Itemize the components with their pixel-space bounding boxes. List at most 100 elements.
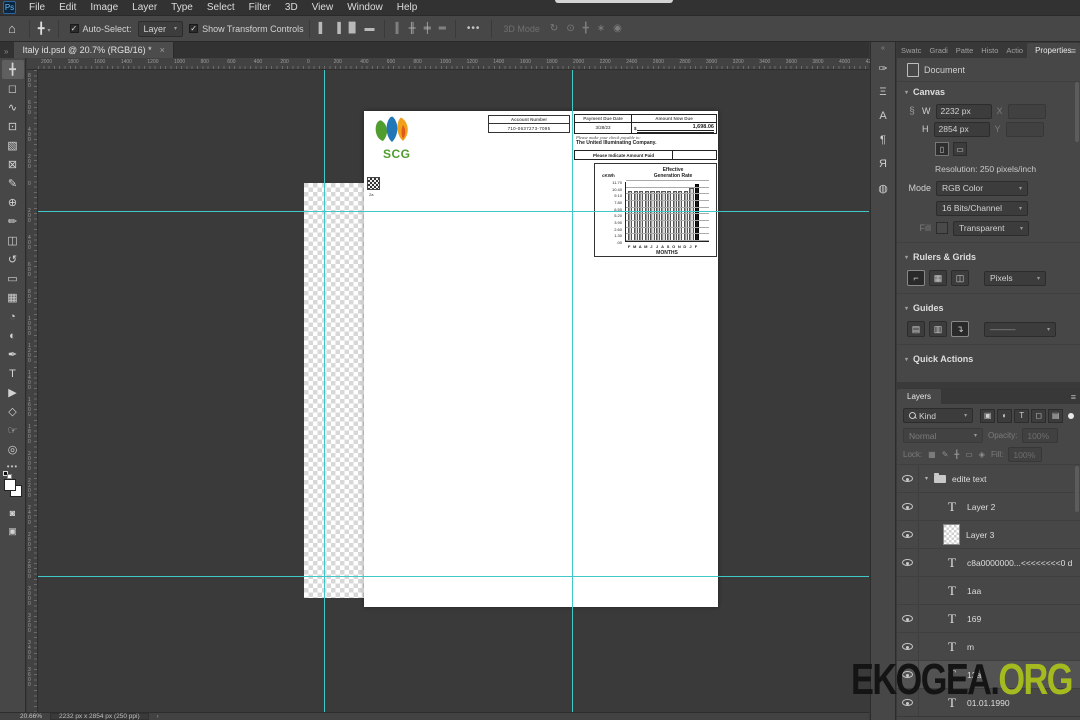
menu-type[interactable]: Type (164, 0, 200, 16)
vertical-guide[interactable] (324, 70, 325, 712)
distribute-center-icon[interactable]: ╫ (405, 23, 420, 34)
text-layer-thumbnail[interactable]: T (943, 639, 961, 655)
history-brush-tool[interactable]: ↺ (2, 250, 24, 269)
shape-filter-icon[interactable]: ◻ (1031, 408, 1047, 423)
brush-tool[interactable]: ✏ (2, 212, 24, 231)
expand-panels-icon[interactable]: « (881, 42, 885, 56)
distribute-vertical-icon[interactable]: ╪ (420, 23, 435, 34)
panel-tab-patte[interactable]: Patte (952, 46, 978, 58)
fill-select[interactable]: Transparent (953, 220, 1029, 236)
panel-tab-swatc[interactable]: Swatc (897, 46, 925, 58)
pasteboard[interactable]: SCG Account Number 710-0637273-7095 Paym… (38, 70, 869, 712)
libraries-panel-icon[interactable]: ◍ (872, 176, 894, 200)
pixel-filter-icon[interactable]: ▣ (980, 408, 996, 423)
home-icon[interactable]: ⌂ (0, 21, 24, 36)
menu-image[interactable]: Image (83, 0, 125, 16)
layer-visibility-toggle[interactable] (897, 605, 919, 632)
panel-tab-histo[interactable]: Histo (977, 46, 1002, 58)
zoom-level-field[interactable]: 20.66% (20, 713, 42, 720)
vertical-guide[interactable] (572, 70, 573, 712)
menu-window[interactable]: Window (340, 0, 390, 16)
quick-actions-section-header[interactable]: ▾ Quick Actions (897, 349, 1080, 369)
lock-paint-icon[interactable]: ✎ (941, 450, 950, 459)
lock-artboard-icon[interactable]: ▭ (964, 450, 974, 459)
auto-select-checkbox[interactable]: ✓ (69, 24, 79, 33)
text-layer-thumbnail[interactable]: T (943, 499, 961, 515)
menu-edit[interactable]: Edit (52, 0, 83, 16)
rulers-toggle-icon[interactable]: ⌐ (907, 270, 925, 286)
text-layer-thumbnail[interactable]: T (943, 583, 961, 599)
layer-visibility-toggle[interactable] (897, 521, 919, 548)
layers-panel-tab[interactable]: Layers (897, 389, 942, 404)
lasso-tool[interactable]: ∿ (2, 98, 24, 117)
guides-section-header[interactable]: ▾ Guides (897, 298, 1080, 318)
tab-overflow-icon[interactable]: » (0, 47, 14, 58)
chevron-down-icon[interactable]: ▾ (47, 27, 50, 34)
align-left-icon[interactable]: ▌ (315, 23, 330, 34)
lock-all-icon[interactable]: ◈ (978, 450, 986, 459)
text-layer-thumbnail[interactable]: T (943, 555, 961, 571)
crop-tool[interactable]: ▧ (2, 136, 24, 155)
smart-filter-icon[interactable]: ▤ (1048, 408, 1064, 423)
eraser-tool[interactable]: ▭ (2, 269, 24, 288)
menu-layer[interactable]: Layer (125, 0, 164, 16)
document-tab[interactable]: Italy id.psd @ 20.7% (RGB/16) * × (14, 42, 174, 58)
distribute-right-icon[interactable]: ═ (435, 23, 450, 34)
eyedropper-tool[interactable]: ✎ (2, 174, 24, 193)
marquee-tool[interactable]: ◻ (2, 79, 24, 98)
dodge-tool[interactable]: ◐ (2, 326, 24, 345)
hand-tool[interactable]: ☞ (2, 421, 24, 440)
height-field[interactable]: 2854 px (933, 121, 990, 137)
portrait-orientation-button[interactable]: ▯ (935, 142, 949, 156)
layer-thumbnail[interactable] (943, 524, 960, 545)
color-swatches[interactable] (2, 471, 23, 497)
show-transform-checkbox[interactable]: ✓ (189, 24, 199, 33)
lock-transparency-icon[interactable]: ▦ (927, 450, 937, 459)
glyphs-panel-icon[interactable]: Я (872, 152, 894, 176)
bit-depth-select[interactable]: 16 Bits/Channel (936, 200, 1028, 216)
horizontal-ruler[interactable]: 2000 1800 1600 1400 1200 1000 800 600 400 200 0 200… (27, 58, 877, 70)
layer-row[interactable]: T 1aa (897, 577, 1080, 605)
auto-select-target-select[interactable]: Layer (137, 20, 184, 37)
layer-visibility-toggle[interactable] (897, 549, 919, 576)
gradient-tool[interactable]: ▦ (2, 288, 24, 307)
photoshop-logo-icon[interactable]: Ps (3, 1, 16, 14)
layer-row[interactable]: T Layer 2 (897, 493, 1080, 521)
link-dimensions-icon[interactable]: § (907, 106, 917, 117)
menu-help[interactable]: Help (390, 0, 425, 16)
paragraph-panel-icon[interactable]: ¶ (872, 128, 894, 152)
layer-filter-select[interactable]: Kind (903, 408, 974, 423)
object-selection-tool[interactable]: ⊡ (2, 117, 24, 136)
clone-stamp-tool[interactable]: ◫ (2, 231, 24, 250)
guides-toggle-icon[interactable]: ▤ (907, 321, 925, 337)
align-right-icon[interactable]: ▉ (345, 23, 361, 34)
type-tool[interactable]: T (2, 364, 24, 383)
horizontal-guide[interactable] (38, 211, 869, 212)
screen-mode-icon[interactable]: ▣ (2, 522, 24, 541)
document-page[interactable]: SCG Account Number 710-0637273-7095 Paym… (364, 111, 718, 607)
clear-guides-icon[interactable]: ↴ (951, 321, 969, 337)
path-selection-tool[interactable]: ▶ (2, 383, 24, 402)
transparent-canvas-region[interactable] (304, 183, 364, 598)
layers-menu-icon[interactable] (1071, 392, 1076, 402)
panel-menu-icon[interactable] (1071, 46, 1076, 56)
panel-tab-actio[interactable]: Actio (1002, 46, 1027, 58)
layer-visibility-toggle[interactable] (897, 493, 919, 520)
pen-tool[interactable]: ✒ (2, 345, 24, 364)
move-tool-icon[interactable]: ╋ (35, 22, 48, 35)
grid-toggle-icon[interactable]: ▦ (929, 270, 947, 286)
lock-move-icon[interactable]: ╋ (953, 450, 960, 459)
scrollbar[interactable] (1075, 82, 1079, 142)
status-options-icon[interactable]: › (157, 714, 159, 720)
layer-visibility-toggle[interactable] (897, 465, 919, 492)
more-options-icon[interactable]: ••• (461, 23, 487, 34)
shape-tool[interactable]: ◇ (2, 402, 24, 421)
layer-visibility-toggle[interactable] (897, 577, 919, 604)
color-mode-select[interactable]: RGB Color (936, 180, 1028, 196)
adjustment-filter-icon[interactable]: ◐ (997, 408, 1013, 423)
menu-3d[interactable]: 3D (278, 0, 305, 16)
quick-mask-icon[interactable]: ◙ (2, 503, 24, 522)
frame-tool[interactable]: ⊠ (2, 155, 24, 174)
snap-toggle-icon[interactable]: ◫ (951, 270, 969, 286)
character-panel-icon[interactable]: A (872, 104, 894, 128)
